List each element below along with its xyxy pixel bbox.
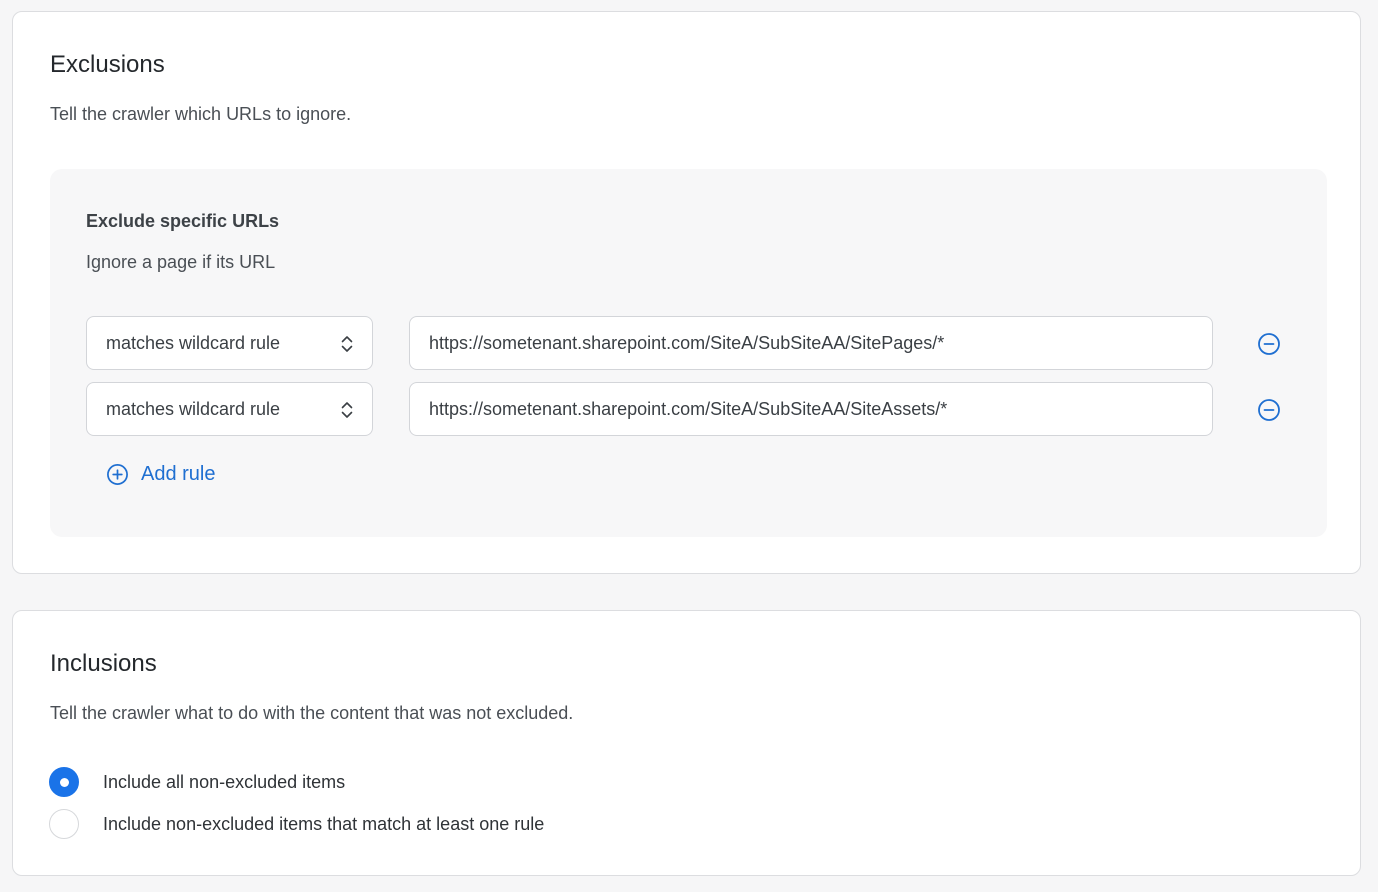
radio-button[interactable] (49, 809, 79, 839)
minus-circle-icon[interactable] (1257, 398, 1281, 422)
exclude-urls-description: Ignore a page if its URL (86, 252, 276, 272)
exclusions-description: Tell the crawler which URLs to ignore. (50, 104, 352, 124)
inclusions-card: Inclusions Tell the crawler what to do w… (12, 610, 1361, 876)
inclusions-title: Inclusions (50, 650, 157, 677)
radio-include-matching[interactable]: Include non-excluded items that match at… (49, 808, 544, 840)
inclusions-description: Tell the crawler what to do with the con… (50, 703, 574, 723)
exclude-urls-title: Exclude specific URLs (86, 211, 280, 231)
exclusions-card: Exclusions Tell the crawler which URLs t… (12, 11, 1361, 574)
match-type-value: matches wildcard rule (106, 399, 281, 419)
url-pattern-input[interactable] (409, 382, 1213, 436)
chevron-up-down-icon (341, 402, 353, 418)
match-type-select[interactable]: matches wildcard rule (86, 382, 373, 436)
minus-circle-icon[interactable] (1257, 332, 1281, 356)
match-type-value: matches wildcard rule (106, 333, 281, 353)
url-pattern-input[interactable] (409, 316, 1213, 370)
plus-circle-icon (107, 463, 128, 485)
match-type-select[interactable]: matches wildcard rule (86, 316, 373, 370)
radio-label: Include non-excluded items that match at… (103, 814, 545, 834)
radio-button-selected[interactable] (49, 767, 79, 797)
exclusion-rule-row: matches wildcard rule (86, 382, 1286, 436)
add-rule-button[interactable]: Add rule (106, 460, 216, 488)
exclusion-rule-row: matches wildcard rule (86, 316, 1286, 370)
radio-label: Include all non-excluded items (103, 772, 346, 792)
exclusions-title: Exclusions (50, 51, 165, 78)
radio-include-all[interactable]: Include all non-excluded items (49, 766, 345, 798)
exclude-urls-panel: Exclude specific URLs Ignore a page if i… (50, 169, 1327, 537)
chevron-up-down-icon (341, 336, 353, 352)
add-rule-label: Add rule (141, 463, 216, 485)
